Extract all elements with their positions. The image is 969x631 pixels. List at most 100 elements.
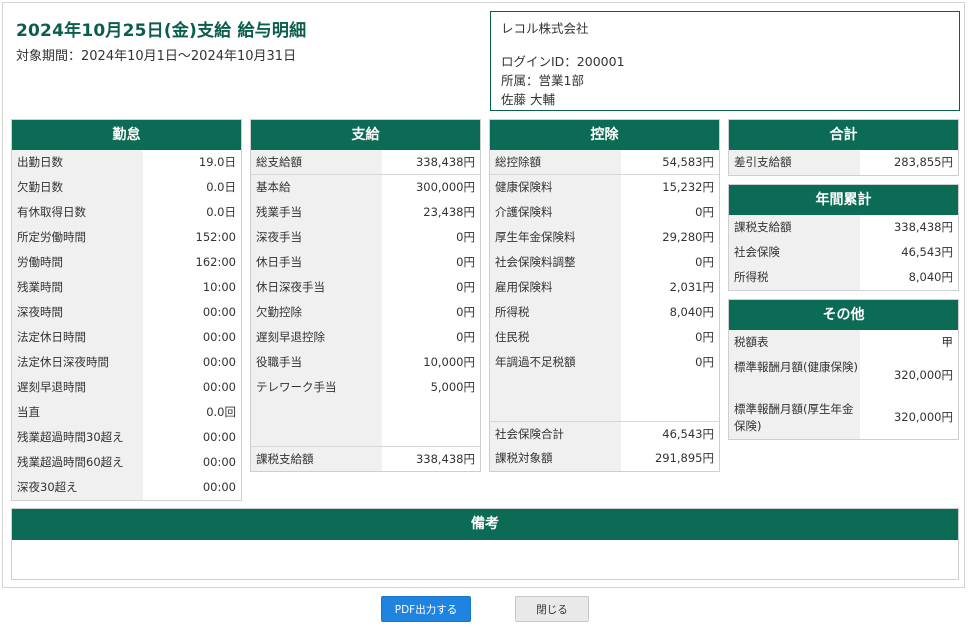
row-value: 5,000円 — [430, 380, 475, 394]
data-row: 深夜時間 00:00 — [12, 300, 241, 325]
annual-heading: 年間累計 — [729, 185, 958, 215]
row-label: 欠勤控除 — [251, 300, 382, 325]
row-value: 0円 — [456, 330, 475, 344]
close-button[interactable]: 閉じる — [515, 596, 589, 622]
row-value: 0円 — [695, 255, 714, 269]
row-label: 深夜時間 — [12, 300, 143, 325]
payment-panel: 支給 総支給額 338,438円 基本給 300,000円 残業手当 23,438円深… — [250, 119, 481, 472]
data-row: 税額表 甲 — [729, 330, 958, 355]
summary-heading: 合計 — [729, 120, 958, 150]
row-label: 課税対象額 — [490, 446, 621, 471]
pdf-export-button[interactable]: PDF出力する — [381, 596, 471, 622]
row-label: 標準報酬月額(健康保険) — [729, 355, 860, 397]
row-label: 深夜30超え — [12, 475, 143, 500]
page-title: 2024年10月25日(金)支給 給与明細 — [16, 21, 307, 41]
data-row: 休日深夜手当 0円 — [251, 275, 480, 300]
data-row: 深夜30超え 00:00 — [12, 475, 241, 500]
data-row: 深夜手当 0円 — [251, 225, 480, 250]
company-name: レコル株式会社 — [501, 21, 589, 36]
data-row: 基本給 300,000円 — [251, 175, 480, 200]
row-label: 課税支給額 — [251, 447, 382, 471]
data-row: 所得税 8,040円 — [490, 300, 719, 325]
row-value: 10,000円 — [423, 355, 475, 369]
annual-panel: 年間累計 課税支給額 338,438円 社会保険 46,543円所得税 8,040円 — [728, 184, 959, 291]
data-row: 残業手当 23,438円 — [251, 200, 480, 225]
other-panel: その他 税額表甲標準報酬月額(健康保険) 320,000円 標準報酬月額(厚生年金保… — [728, 299, 959, 440]
row-value: 00:00 — [202, 455, 236, 469]
row-label: 健康保険料 — [490, 175, 621, 200]
deduction-heading: 控除 — [490, 120, 719, 150]
data-row: 厚生年金保険料 29,280円 — [490, 225, 719, 250]
row-value: 00:00 — [202, 380, 236, 394]
employee-name: 佐藤 大輔 — [501, 92, 555, 107]
row-label: 残業時間 — [12, 275, 143, 300]
row-value: 0円 — [456, 255, 475, 269]
row-label: 残業手当 — [251, 200, 382, 225]
row-value: 2,031円 — [669, 280, 714, 294]
row-value: 300,000円 — [415, 180, 475, 194]
row-value: 19.0日 — [198, 155, 236, 169]
row-value: 0.0回 — [206, 405, 236, 419]
row-value: 00:00 — [202, 330, 236, 344]
row-value: 0円 — [456, 230, 475, 244]
row-value: 15,232円 — [662, 180, 714, 194]
row-label: 法定休日時間 — [12, 325, 143, 350]
row-value: 46,543円 — [901, 245, 953, 259]
data-row: 年調過不足税額 0円 — [490, 350, 719, 375]
attendance-heading: 勤怠 — [12, 120, 241, 150]
payment-total-row: 総支給額 338,438円 — [251, 150, 480, 175]
remarks-text — [12, 540, 958, 552]
row-label: 所得税 — [490, 300, 621, 325]
row-value: 338,438円 — [415, 452, 475, 466]
data-row: 標準報酬月額(厚生年金保険) 320,000円 — [729, 397, 958, 439]
taxable-target-row: 課税対象額 291,895円 — [490, 446, 719, 471]
net-pay-row: 差引支給額 283,855円 — [729, 150, 958, 175]
remarks-panel: 備考 — [11, 508, 959, 580]
row-label: 法定休日深夜時間 — [12, 350, 143, 375]
data-row: 所得税 8,040円 — [729, 265, 958, 290]
row-value: 00:00 — [202, 480, 236, 494]
data-row: 遅刻早退控除 0円 — [251, 325, 480, 350]
row-label: 総支給額 — [251, 150, 382, 174]
data-row: 課税支給額 338,438円 — [729, 215, 958, 240]
data-row: 欠勤日数 0.0日 — [12, 175, 241, 200]
payment-heading: 支給 — [251, 120, 480, 150]
row-label: 休日深夜手当 — [251, 275, 382, 300]
other-heading: その他 — [729, 300, 958, 330]
payment-taxable-row: 課税支給額 338,438円 — [251, 446, 480, 471]
row-value: 283,855円 — [893, 155, 953, 169]
row-label: 雇用保険料 — [490, 275, 621, 300]
row-value: 320,000円 — [893, 368, 953, 382]
data-row: 出勤日数 19.0日 — [12, 150, 241, 175]
row-value: 00:00 — [202, 305, 236, 319]
data-row: 休日手当 0円 — [251, 250, 480, 275]
row-label: 税額表 — [729, 330, 860, 355]
data-row: 健康保険料 15,232円 — [490, 175, 719, 200]
data-row: 住民税 0円 — [490, 325, 719, 350]
row-value: 23,438円 — [423, 205, 475, 219]
social-total-row: 社会保険合計 46,543円 — [490, 421, 719, 446]
row-value: 8,040円 — [908, 270, 953, 284]
attendance-panel: 勤怠 出勤日数 19.0日 欠勤日数 0.0日 有休取得日数 0.0日 所定労働時間 152:… — [11, 119, 242, 501]
employee-info-box: レコル株式会社 ログインID：200001 所属：営業1部 佐藤 大輔 — [490, 11, 960, 111]
row-label: 欠勤日数 — [12, 175, 143, 200]
row-value: 0.0日 — [206, 180, 236, 194]
data-row: 残業時間 10:00 — [12, 275, 241, 300]
row-value: 320,000円 — [893, 410, 953, 424]
row-label: 休日手当 — [251, 250, 382, 275]
row-label: 所得税 — [729, 265, 860, 290]
row-label: 年調過不足税額 — [490, 350, 621, 375]
row-value: 00:00 — [202, 355, 236, 369]
data-row: 有休取得日数 0.0日 — [12, 200, 241, 225]
row-label: 有休取得日数 — [12, 200, 143, 225]
row-label: 差引支給額 — [729, 150, 860, 175]
row-label: 社会保険 — [729, 240, 860, 265]
row-label: 残業超過時間60超え — [12, 450, 143, 475]
row-value: 0.0日 — [206, 205, 236, 219]
remarks-heading: 備考 — [12, 509, 958, 540]
payslip-sheet: 2024年10月25日(金)支給 給与明細 対象期間：2024年10月1日〜20… — [2, 2, 965, 588]
row-label: 深夜手当 — [251, 225, 382, 250]
data-row: 社会保険料調整 0円 — [490, 250, 719, 275]
login-id: ログインID：200001 — [501, 54, 625, 69]
row-value: 8,040円 — [669, 305, 714, 319]
